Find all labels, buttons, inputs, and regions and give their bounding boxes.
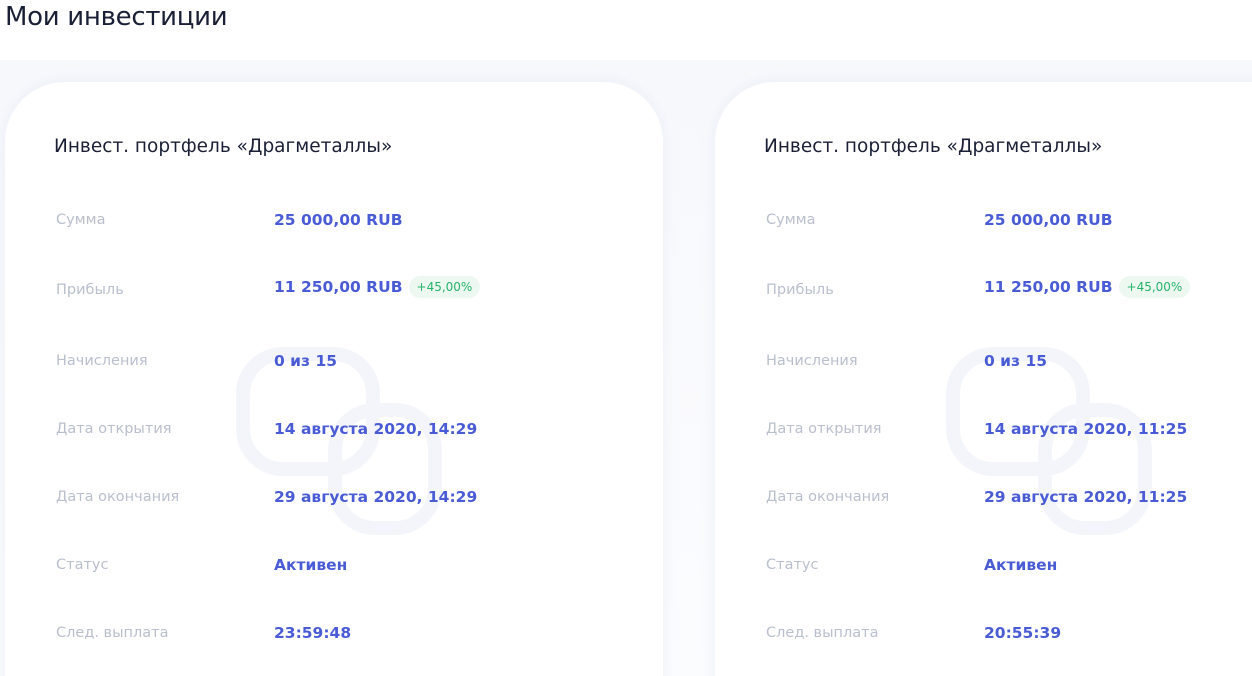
end-date-value-text: 29 августа 2020, 11:25 — [984, 488, 1188, 506]
amount-value: 25 000,00 RUB — [984, 208, 1113, 232]
end-date-value: 29 августа 2020, 11:25 — [984, 485, 1187, 509]
profit-value: 11 250,00 RUB +45,00% — [984, 275, 1191, 299]
open-date-value-text: 14 августа 2020, 11:25 — [984, 420, 1188, 438]
open-date-value: 14 августа 2020, 11:25 — [984, 417, 1187, 441]
accruals-value: 0 из 15 — [274, 349, 337, 373]
next-payout-value: 20:55:39 — [984, 621, 1061, 645]
row-next-payout: След. выплата 20:55:39 — [715, 621, 1252, 645]
row-open-date: Дата открытия 14 августа 2020, 14:29 — [5, 417, 663, 441]
end-date-label: Дата окончания — [766, 489, 890, 505]
row-profit: Прибыль 11 250,00 RUB +45,00% — [715, 275, 1252, 302]
row-amount: Сумма 25 000,00 RUB — [5, 208, 663, 232]
next-payout-label: След. выплата — [766, 625, 879, 641]
status-label: Статус — [56, 557, 109, 573]
next-payout-value-text: 20:55:39 — [984, 624, 1062, 642]
accruals-value-text: 0 из 15 — [984, 352, 1048, 370]
row-status: Статус Активен — [715, 553, 1252, 577]
row-profit: Прибыль 11 250,00 RUB +45,00% — [5, 275, 663, 302]
open-date-label: Дата открытия — [766, 421, 882, 437]
profit-value-text: 11 250,00 RUB — [984, 278, 1113, 296]
open-date-label: Дата открытия — [56, 421, 172, 437]
row-open-date: Дата открытия 14 августа 2020, 11:25 — [715, 417, 1252, 441]
end-date-label: Дата окончания — [56, 489, 180, 505]
amount-value-text: 25 000,00 RUB — [274, 211, 403, 229]
accruals-label: Начисления — [56, 353, 148, 369]
next-payout-value-text: 23:59:48 — [274, 624, 352, 642]
profit-percent-badge: +45,00% — [1118, 276, 1191, 298]
end-date-value-text: 29 августа 2020, 14:29 — [274, 488, 478, 506]
profit-value: 11 250,00 RUB +45,00% — [274, 275, 481, 299]
row-next-payout: След. выплата 23:59:48 — [5, 621, 663, 645]
row-end-date: Дата окончания 29 августа 2020, 14:29 — [5, 485, 663, 509]
card-title: Инвест. портфель «Драгметаллы» — [764, 136, 1103, 157]
next-payout-label: След. выплата — [56, 625, 169, 641]
status-value-text: Активен — [274, 556, 348, 574]
card-title: Инвест. портфель «Драгметаллы» — [54, 136, 393, 157]
status-value-text: Активен — [984, 556, 1058, 574]
row-status: Статус Активен — [5, 553, 663, 577]
row-accruals: Начисления 0 из 15 — [5, 349, 663, 373]
profit-percent-badge: +45,00% — [408, 276, 481, 298]
profit-value-text: 11 250,00 RUB — [274, 278, 403, 296]
investment-card[interactable]: Инвест. портфель «Драгметаллы» Сумма 25 … — [5, 82, 663, 676]
amount-label: Сумма — [766, 212, 816, 228]
profit-label: Прибыль — [56, 282, 124, 298]
profit-label: Прибыль — [766, 282, 834, 298]
status-value: Активен — [984, 553, 1057, 577]
row-amount: Сумма 25 000,00 RUB — [715, 208, 1252, 232]
status-value: Активен — [274, 553, 347, 577]
amount-label: Сумма — [56, 212, 106, 228]
status-label: Статус — [766, 557, 819, 573]
investment-card[interactable]: Инвест. портфель «Драгметаллы» Сумма 25 … — [715, 82, 1252, 676]
end-date-value: 29 августа 2020, 14:29 — [274, 485, 477, 509]
amount-value-text: 25 000,00 RUB — [984, 211, 1113, 229]
accruals-value-text: 0 из 15 — [274, 352, 338, 370]
next-payout-value: 23:59:48 — [274, 621, 351, 645]
page-title: Мои инвестиции — [5, 2, 228, 32]
row-end-date: Дата окончания 29 августа 2020, 11:25 — [715, 485, 1252, 509]
open-date-value: 14 августа 2020, 14:29 — [274, 417, 477, 441]
accruals-label: Начисления — [766, 353, 858, 369]
row-accruals: Начисления 0 из 15 — [715, 349, 1252, 373]
investments-page: Мои инвестиции Инвест. портфель «Драгмет… — [0, 0, 1252, 676]
amount-value: 25 000,00 RUB — [274, 208, 403, 232]
accruals-value: 0 из 15 — [984, 349, 1047, 373]
open-date-value-text: 14 августа 2020, 14:29 — [274, 420, 478, 438]
